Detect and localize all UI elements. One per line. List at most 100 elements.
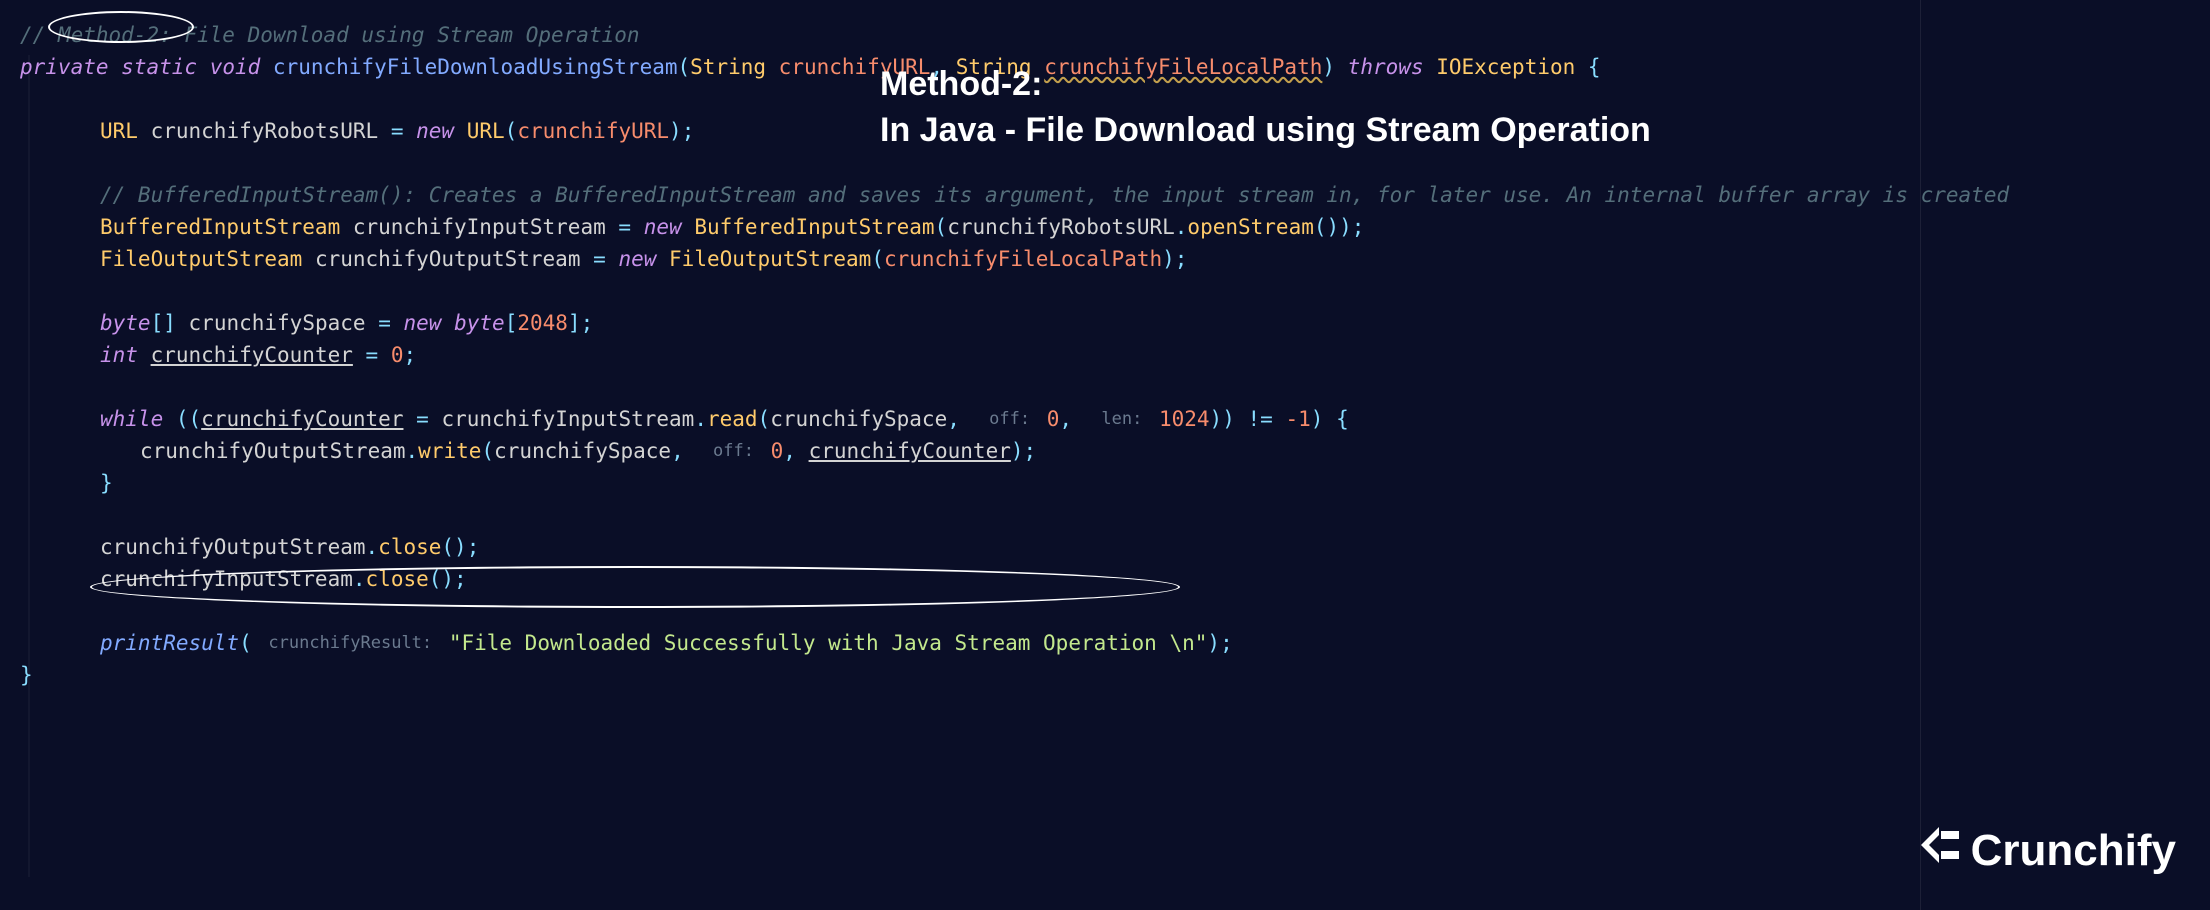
callout-line2: In Java - File Download using Stream Ope… — [880, 108, 1651, 154]
method-read: read — [707, 404, 758, 436]
method-call: openStream — [1187, 212, 1313, 244]
bracket-close: ] — [568, 308, 581, 340]
semicolon: ; — [1024, 436, 1037, 468]
type-byte: byte — [454, 308, 505, 340]
var-name: crunchifyOutputStream — [315, 244, 581, 276]
var-name: crunchifyCounter — [151, 340, 353, 372]
assign-op: = — [391, 116, 404, 148]
brace-close: } — [100, 468, 113, 500]
var-name: crunchifyInputStream — [353, 212, 606, 244]
method-name: crunchifyFileDownloadUsingStream — [273, 52, 678, 84]
paren-open: ( — [758, 404, 771, 436]
semicolon: ; — [467, 532, 480, 564]
dot: . — [353, 564, 366, 596]
paren-close: ) — [669, 116, 682, 148]
dot: . — [1175, 212, 1188, 244]
semicolon: ; — [454, 564, 467, 596]
parens: ()) — [1314, 212, 1352, 244]
var-name: crunchifyRobotsURL — [151, 116, 379, 148]
code-line: while (( crunchifyCounter = crunchifyInp… — [20, 404, 2190, 436]
parens: () — [429, 564, 454, 596]
code-line: crunchifyOutputStream . write ( crunchif… — [20, 436, 2190, 468]
keyword-private: private — [20, 52, 109, 84]
crunchify-logo: Crunchify — [1915, 818, 2176, 884]
semicolon: ; — [682, 116, 695, 148]
code-line: FileOutputStream crunchifyOutputStream =… — [20, 244, 2190, 276]
inlay-hint-len: len: — [1097, 407, 1146, 433]
blank-line — [20, 276, 2190, 308]
code-line: crunchifyOutputStream . close () ; — [20, 532, 2190, 564]
object-name: crunchifyRobotsURL — [947, 212, 1175, 244]
inlay-hint-off: off: — [709, 439, 758, 465]
paren-open: ( — [871, 244, 884, 276]
semicolon: ; — [1220, 628, 1233, 660]
blank-line — [20, 596, 2190, 628]
neq-op: != — [1248, 404, 1273, 436]
semicolon: ; — [581, 308, 594, 340]
number-literal: 0 — [391, 340, 404, 372]
paren-open: ( — [481, 436, 494, 468]
comment-text: // Method-2: File Download using Stream … — [20, 20, 640, 52]
paren-open: ( — [505, 116, 518, 148]
ctor-name: BufferedInputStream — [694, 212, 934, 244]
paren-open: ( — [935, 212, 948, 244]
arg-space: crunchifySpace — [770, 404, 947, 436]
paren-close: ) — [1011, 436, 1024, 468]
arg-name: crunchifyURL — [517, 116, 669, 148]
var-in: crunchifyInputStream — [441, 404, 694, 436]
number-literal: 0 — [771, 436, 784, 468]
brackets: [] — [151, 308, 176, 340]
dot: . — [694, 404, 707, 436]
semicolon: ; — [1352, 212, 1365, 244]
dot: . — [406, 436, 419, 468]
ctor-name: URL — [467, 116, 505, 148]
paren-open: ( — [678, 52, 691, 84]
comma: , — [947, 404, 985, 436]
keyword-void: void — [210, 52, 261, 84]
comment-text: // BufferedInputStream(): Creates a Buff… — [100, 180, 2009, 212]
code-line: BufferedInputStream crunchifyInputStream… — [20, 212, 2190, 244]
method-print: printResult — [100, 628, 239, 660]
type-int: int — [100, 340, 138, 372]
semicolon: ; — [1175, 244, 1188, 276]
var-in: crunchifyInputStream — [100, 564, 353, 596]
var-out: crunchifyOutputStream — [140, 436, 406, 468]
number-literal: -1 — [1285, 404, 1310, 436]
blank-line — [20, 372, 2190, 404]
arg-counter: crunchifyCounter — [809, 436, 1011, 468]
number-literal: 0 — [1047, 404, 1060, 436]
comma: , — [671, 436, 709, 468]
keyword-new: new — [644, 212, 682, 244]
code-line: printResult ( crunchifyResult: "File Dow… — [20, 628, 2190, 660]
logo-text: Crunchify — [1971, 818, 2176, 884]
inlay-hint-off: off: — [985, 407, 1034, 433]
code-line: // Method-2: File Download using Stream … — [20, 20, 2190, 52]
comma: , — [783, 436, 808, 468]
code-line: crunchifyInputStream . close () ; — [20, 564, 2190, 596]
code-line: int crunchifyCounter = 0 ; — [20, 340, 2190, 372]
paren-close: ) — [1162, 244, 1175, 276]
paren-open: ( — [239, 628, 252, 660]
assign-op: = — [366, 340, 379, 372]
keyword-while: while — [100, 404, 163, 436]
semicolon: ; — [404, 340, 417, 372]
inlay-hint-result: crunchifyResult: — [264, 631, 436, 657]
type-byte: byte — [100, 308, 151, 340]
brace-open: { — [1336, 404, 1349, 436]
keyword-static: static — [121, 52, 197, 84]
assign-op: = — [618, 212, 631, 244]
paren-close: ) — [1207, 628, 1220, 660]
method-close: close — [366, 564, 429, 596]
bracket-open: [ — [505, 308, 518, 340]
keyword-new: new — [404, 308, 442, 340]
ctor-name: FileOutputStream — [669, 244, 871, 276]
annotation-callout: Method-2: In Java - File Download using … — [880, 62, 1651, 154]
paren-close: ) — [1311, 404, 1324, 436]
callout-line1: Method-2: — [880, 62, 1651, 108]
code-line: // BufferedInputStream(): Creates a Buff… — [20, 180, 2190, 212]
dot: . — [366, 532, 379, 564]
var-counter: crunchifyCounter — [201, 404, 403, 436]
assign-op: = — [378, 308, 391, 340]
code-line: } — [20, 660, 2190, 692]
assign-op: = — [416, 404, 429, 436]
